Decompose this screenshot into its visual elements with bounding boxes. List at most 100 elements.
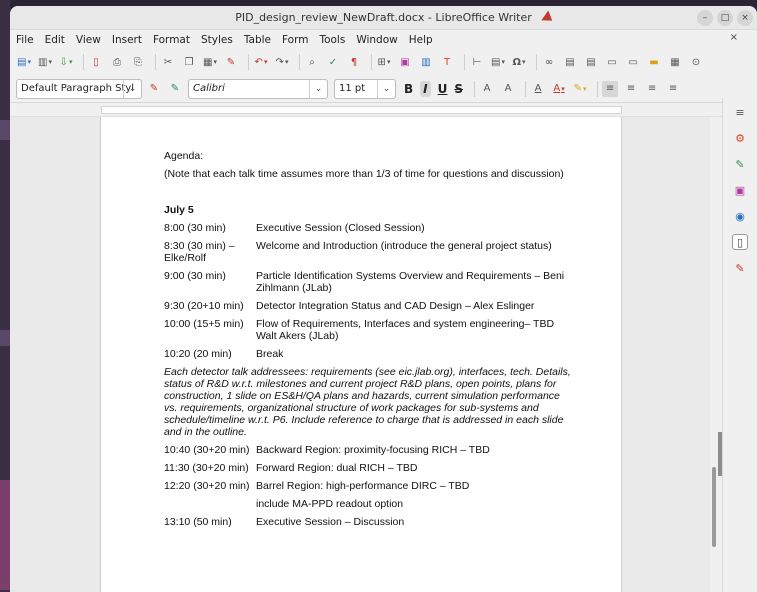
font-size-combo[interactable]: 11 pt ⌄ bbox=[334, 78, 396, 99]
insert-page-break-icon[interactable]: ⊢ bbox=[469, 54, 485, 70]
templates-icon[interactable]: ▥ bbox=[37, 54, 53, 70]
font-color-icon[interactable]: A bbox=[551, 81, 567, 97]
italic-button[interactable]: I bbox=[420, 80, 431, 97]
row-time: 10:20 (20 min) bbox=[164, 348, 232, 360]
insert-field-icon[interactable]: ▤ bbox=[490, 54, 506, 70]
menu-styles[interactable]: Styles bbox=[201, 34, 233, 46]
align-center-icon[interactable]: ≡ bbox=[623, 81, 639, 97]
underline-button[interactable]: U bbox=[438, 82, 448, 96]
close-window-button[interactable]: × bbox=[737, 10, 753, 26]
redo-icon[interactable]: ↷ bbox=[274, 54, 290, 70]
superscript-icon[interactable]: A bbox=[479, 81, 495, 97]
properties-icon[interactable]: ⚙ bbox=[732, 130, 748, 146]
menu-help[interactable]: Help bbox=[409, 34, 433, 46]
formatting-marks-icon[interactable]: ¶ bbox=[346, 54, 362, 70]
style-inspector-icon[interactable]: ✎ bbox=[732, 260, 748, 276]
agenda-row: 10:40 (30+20 min) Backward Region: proxim… bbox=[164, 444, 574, 456]
separator bbox=[83, 54, 84, 70]
footnote-icon[interactable]: ▤ bbox=[562, 54, 578, 70]
document-page[interactable]: Agenda: (Note that each talk time assume… bbox=[100, 117, 622, 592]
undo-icon[interactable]: ↶ bbox=[253, 54, 269, 70]
hyperlink-icon[interactable]: ∞ bbox=[541, 54, 557, 70]
menu-format[interactable]: Format bbox=[153, 34, 190, 46]
cross-reference-icon[interactable]: ▭ bbox=[625, 54, 641, 70]
cut-icon[interactable]: ✂ bbox=[160, 54, 176, 70]
close-document-button[interactable]: × bbox=[730, 32, 738, 43]
font-name-combo[interactable]: Calibri ⌄ bbox=[188, 78, 328, 99]
export-pdf-icon[interactable]: ▯ bbox=[88, 54, 104, 70]
agenda-row: 9:00 (30 min) Particle Identification Sys… bbox=[164, 270, 574, 294]
row-description: include MA-PPD readout option bbox=[256, 498, 404, 510]
strikethrough-button[interactable]: S bbox=[454, 82, 463, 96]
row-description: Flow of Requirements, Interfaces and sys… bbox=[256, 318, 555, 342]
justify-icon[interactable]: ≡ bbox=[665, 81, 681, 97]
endnote-icon[interactable]: ▤ bbox=[583, 54, 599, 70]
menu-file[interactable]: File bbox=[16, 34, 34, 46]
page-icon[interactable]: ▯ bbox=[732, 234, 748, 250]
chevron-down-icon[interactable]: ⌄ bbox=[309, 79, 327, 98]
new-style-icon[interactable]: ✎ bbox=[167, 81, 183, 97]
clone-formatting-icon[interactable]: ✎ bbox=[223, 54, 239, 70]
menu-view[interactable]: View bbox=[76, 34, 101, 46]
spellcheck-icon[interactable]: ✓ bbox=[325, 54, 341, 70]
sidebar-menu-icon[interactable]: ≡ bbox=[732, 104, 748, 120]
maximize-button[interactable]: □ bbox=[717, 10, 733, 26]
separator bbox=[371, 54, 372, 70]
row-time: 10:40 (30+20 min) bbox=[164, 444, 250, 456]
menu-window[interactable]: Window bbox=[356, 34, 397, 46]
agenda-row: 10:20 (20 min) Break bbox=[164, 348, 574, 360]
character-shadow-icon[interactable]: A bbox=[530, 81, 546, 97]
agenda-row: 11:30 (30+20 min) Forward Region: dual RI… bbox=[164, 462, 574, 474]
row-time: 8:30 (30 min) – Elke/Rolf bbox=[164, 240, 235, 264]
open-icon[interactable]: ⇩ bbox=[58, 54, 74, 70]
menu-insert[interactable]: Insert bbox=[112, 34, 142, 46]
chevron-down-icon[interactable]: ⌄ bbox=[123, 79, 141, 98]
align-right-icon[interactable]: ≡ bbox=[644, 81, 660, 97]
document-workspace: Agenda: (Note that each talk time assume… bbox=[10, 117, 722, 592]
new-document-icon[interactable]: ▤ bbox=[16, 54, 32, 70]
align-left-icon[interactable]: ≡ bbox=[602, 80, 619, 97]
menu-table[interactable]: Table bbox=[244, 34, 271, 46]
insert-image-icon[interactable]: ▣ bbox=[397, 54, 413, 70]
separator bbox=[299, 54, 300, 70]
highlight-color-icon[interactable]: ✎ bbox=[572, 81, 588, 97]
paragraph-style-combo[interactable]: Default Paragraph Styl ⌄ bbox=[16, 78, 142, 99]
agenda-row: 13:10 (50 min) Executive Session – Discus… bbox=[164, 516, 574, 528]
subscript-icon[interactable]: A bbox=[500, 81, 516, 97]
print-preview-icon[interactable]: ⎘ bbox=[130, 54, 146, 70]
navigator-icon[interactable]: ◉ bbox=[732, 208, 748, 224]
insert-table-icon[interactable]: ⊞ bbox=[376, 54, 392, 70]
row-time: 12:20 (30+20 min) bbox=[164, 480, 250, 492]
desktop-item bbox=[0, 330, 10, 346]
paste-icon[interactable]: ▦ bbox=[202, 54, 218, 70]
menu-form[interactable]: Form bbox=[282, 34, 308, 46]
insert-textbox-icon[interactable]: T bbox=[439, 54, 455, 70]
agenda-row: 8:30 (30 min) – Elke/Rolf Welcome and Int… bbox=[164, 240, 574, 264]
styles-icon[interactable]: ✎ bbox=[732, 156, 748, 172]
copy-icon[interactable]: ❐ bbox=[181, 54, 197, 70]
font-size-value: 11 pt bbox=[339, 83, 366, 94]
track-changes-icon[interactable]: ▦ bbox=[667, 54, 683, 70]
agenda-label: Agenda: bbox=[164, 150, 204, 162]
vertical-scrollbar[interactable] bbox=[712, 467, 716, 547]
document-content: Agenda: (Note that each talk time assume… bbox=[164, 150, 574, 534]
chevron-down-icon[interactable]: ⌄ bbox=[377, 79, 395, 98]
bold-button[interactable]: B bbox=[404, 82, 413, 96]
agenda-note: (Note that each talk time assumes more t… bbox=[164, 168, 564, 180]
menu-edit[interactable]: Edit bbox=[45, 34, 65, 46]
insert-chart-icon[interactable]: ▥ bbox=[418, 54, 434, 70]
minimize-button[interactable]: – bbox=[697, 10, 713, 26]
line-icon[interactable]: ⊙ bbox=[688, 54, 704, 70]
bookmark-icon[interactable]: ▭ bbox=[604, 54, 620, 70]
gallery-icon[interactable]: ▣ bbox=[732, 182, 748, 198]
find-replace-icon[interactable]: ⌕ bbox=[304, 54, 320, 70]
row-description: Executive Session – Discussion bbox=[256, 516, 405, 528]
font-name-value: Calibri bbox=[193, 83, 225, 94]
update-style-icon[interactable]: ✎ bbox=[146, 81, 162, 97]
special-character-icon[interactable]: Ω bbox=[511, 54, 527, 70]
menu-tools[interactable]: Tools bbox=[319, 34, 345, 46]
row-description: Executive Session (Closed Session) bbox=[256, 222, 425, 234]
agenda-row: 12:20 (30+20 min) Barrel Region: high-per… bbox=[164, 480, 574, 492]
comment-icon[interactable]: ▬ bbox=[646, 54, 662, 70]
print-icon[interactable]: ⎙ bbox=[109, 54, 125, 70]
